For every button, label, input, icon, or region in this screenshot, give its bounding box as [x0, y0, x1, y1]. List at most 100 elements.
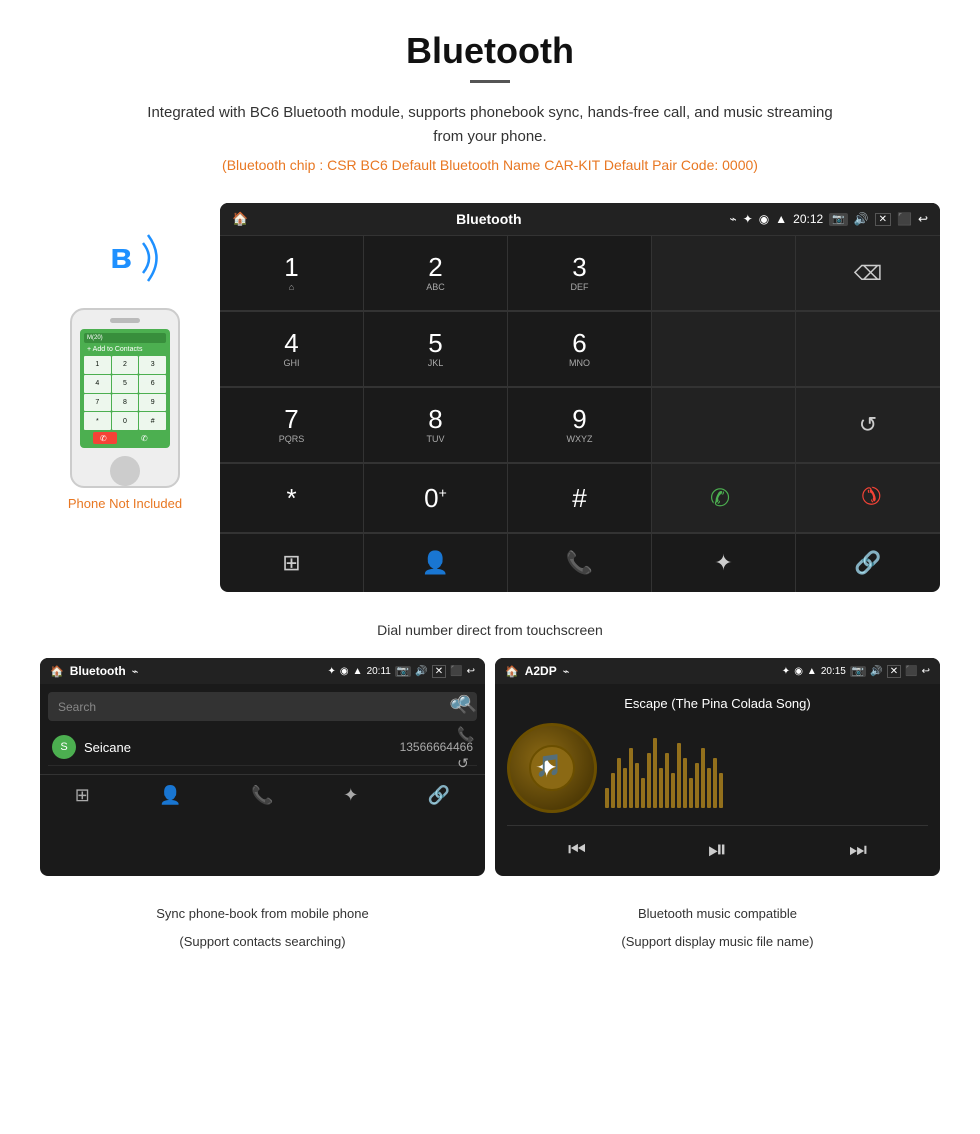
phone-key-2: 2	[112, 356, 139, 374]
key-7[interactable]: 7 PQRS	[220, 388, 364, 463]
music-back-icon[interactable]: ↩	[922, 666, 930, 677]
eq-bar	[719, 773, 723, 808]
close-icon[interactable]: ✕	[875, 213, 891, 226]
music-volume-icon[interactable]: 🔊	[870, 666, 882, 677]
nav-dialpad[interactable]: ⊞	[220, 534, 364, 592]
dialpad-row-4: * 0+ # ✆ ✆	[220, 463, 940, 533]
key-star[interactable]: *	[220, 464, 364, 533]
bluetooth-signal-icon: ʙ	[85, 223, 165, 293]
svg-text:✆: ✆	[100, 434, 107, 443]
nav-contacts[interactable]: 👤	[364, 534, 508, 592]
pbn-person-icon[interactable]: 👤	[159, 785, 181, 806]
key-1[interactable]: 1 ⌂	[220, 236, 364, 311]
music-caption-line1: Bluetooth music compatible	[495, 904, 940, 924]
key-call-red[interactable]: ✆	[796, 464, 940, 533]
pb-call-side-icon[interactable]: 📞	[457, 726, 477, 743]
search-bar[interactable]: Search 🔍	[48, 692, 477, 721]
key-hash[interactable]: #	[508, 464, 652, 533]
key-5[interactable]: 5 JKL	[364, 312, 508, 387]
dialpad-topbar-right: ⌁ ✦ ◉ ▲ 20:12 📷 🔊 ✕ ⬛ ↩	[729, 212, 928, 226]
key-6[interactable]: 6 MNO	[508, 312, 652, 387]
dialpad-screen: 🏠 Bluetooth ⌁ ✦ ◉ ▲ 20:12 📷 🔊 ✕ ⬛ ↩	[220, 203, 940, 592]
specs-text: (Bluetooth chip : CSR BC6 Default Blueto…	[20, 157, 960, 173]
music-caption-line2: (Support display music file name)	[495, 932, 940, 952]
eq-bar	[617, 758, 621, 808]
contact-name: Seicane	[84, 740, 400, 755]
back-icon[interactable]: ↩	[918, 212, 928, 226]
eq-bar	[623, 768, 627, 808]
bottom-panels: 🏠 Bluetooth ⌁ ✦ ◉ ▲ 20:11 📷 🔊 ✕ ⬛ ↩ Sear…	[0, 658, 980, 896]
phonebook-caption-area: Sync phone-book from mobile phone (Suppo…	[40, 896, 485, 951]
phone-speaker	[110, 318, 140, 323]
music-signal-icon: ▲	[807, 666, 817, 677]
key-refresh[interactable]: ↺	[796, 388, 940, 463]
music-prev-icon[interactable]: ⏮	[568, 839, 586, 862]
phonebook-panel: 🏠 Bluetooth ⌁ ✦ ◉ ▲ 20:11 📷 🔊 ✕ ⬛ ↩ Sear…	[40, 658, 485, 876]
music-art-area: ✦ 🎵	[507, 723, 928, 813]
music-home-icon[interactable]: 🏠	[505, 665, 519, 678]
pbn-grid-icon[interactable]: ⊞	[75, 785, 90, 806]
music-time: 20:15	[821, 666, 846, 677]
nav-bluetooth[interactable]: ✦	[652, 534, 796, 592]
pb-refresh-side-icon[interactable]: ↺	[457, 755, 477, 772]
music-screen-icon[interactable]: ⬛	[905, 666, 917, 677]
song-title: Escape (The Pina Colada Song)	[624, 696, 810, 711]
bt-icon: ✦	[743, 212, 753, 226]
pb-close-icon[interactable]: ✕	[432, 665, 446, 678]
phone-mockup: M(20) + Add to Contacts 1 2 3 4 5 6 7 8 …	[70, 308, 180, 488]
music-camera-icon: 📷	[850, 666, 866, 677]
nav-call[interactable]: 📞	[508, 534, 652, 592]
pb-home-icon[interactable]: 🏠	[50, 665, 64, 678]
pbn-phone-icon[interactable]: 📞	[251, 785, 273, 806]
music-title: A2DP	[525, 664, 557, 678]
phone-key-5: 5	[112, 375, 139, 393]
pb-side-buttons: 🔍 📞 ↺	[457, 694, 477, 772]
key-2[interactable]: 2 ABC	[364, 236, 508, 311]
key-4[interactable]: 4 GHI	[220, 312, 364, 387]
pb-volume-icon[interactable]: 🔊	[415, 666, 427, 677]
volume-icon[interactable]: 🔊	[854, 212, 869, 226]
pb-back-icon[interactable]: ↩	[467, 666, 475, 677]
music-controls: ⏮ ⏯ ⏭	[507, 825, 928, 864]
pb-screen-icon[interactable]: ⬛	[450, 666, 462, 677]
key-9[interactable]: 9 WXYZ	[508, 388, 652, 463]
key-3[interactable]: 3 DEF	[508, 236, 652, 311]
contact-row[interactable]: S Seicane 13566664466	[48, 729, 477, 766]
pb-signal-icon: ▲	[353, 666, 363, 677]
eq-bar	[695, 763, 699, 808]
phone-screen: M(20) + Add to Contacts 1 2 3 4 5 6 7 8 …	[80, 329, 170, 448]
dialpad-topbar: 🏠 Bluetooth ⌁ ✦ ◉ ▲ 20:12 📷 🔊 ✕ ⬛ ↩	[220, 203, 940, 235]
eq-bar	[653, 738, 657, 808]
description-text: Integrated with BC6 Bluetooth module, su…	[140, 101, 840, 149]
pb-search-side-icon[interactable]: 🔍	[457, 694, 477, 714]
key-backspace[interactable]: ⌫	[796, 236, 940, 311]
phone-home-button	[110, 456, 140, 486]
key-call-green[interactable]: ✆	[652, 464, 796, 533]
page-header: Bluetooth Integrated with BC6 Bluetooth …	[0, 0, 980, 183]
main-section: ʙ M(20) + Add to Contacts 1 2 3 4 5 6	[0, 183, 980, 612]
phone-key-4: 4	[84, 375, 111, 393]
phone-key-star: *	[84, 412, 111, 430]
phone-key-8: 8	[112, 394, 139, 412]
contact-letter: S	[52, 735, 76, 759]
eq-bar	[713, 758, 717, 808]
key-empty-3	[796, 312, 940, 387]
music-next-icon[interactable]: ⏭	[849, 839, 867, 862]
location-icon: ◉	[759, 212, 769, 226]
key-0[interactable]: 0+	[364, 464, 508, 533]
key-8[interactable]: 8 TUV	[364, 388, 508, 463]
phonebook-caption-line1: Sync phone-book from mobile phone	[40, 904, 485, 924]
phonebook-caption-line2: (Support contacts searching)	[40, 932, 485, 952]
music-location-icon: ◉	[794, 666, 803, 677]
home-icon[interactable]: 🏠	[232, 211, 248, 227]
pbn-link-icon[interactable]: 🔗	[428, 785, 450, 806]
svg-text:✆: ✆	[854, 478, 887, 511]
eq-bar	[665, 753, 669, 808]
music-close-icon[interactable]: ✕	[887, 665, 901, 678]
phone-not-included-label: Phone Not Included	[68, 496, 182, 511]
pbn-bt-icon[interactable]: ✦	[343, 785, 358, 806]
nav-link[interactable]: 🔗	[796, 534, 940, 592]
eq-bar	[605, 788, 609, 808]
music-play-pause-icon[interactable]: ⏯	[708, 836, 727, 864]
screen-icon[interactable]: ⬛	[897, 212, 912, 226]
